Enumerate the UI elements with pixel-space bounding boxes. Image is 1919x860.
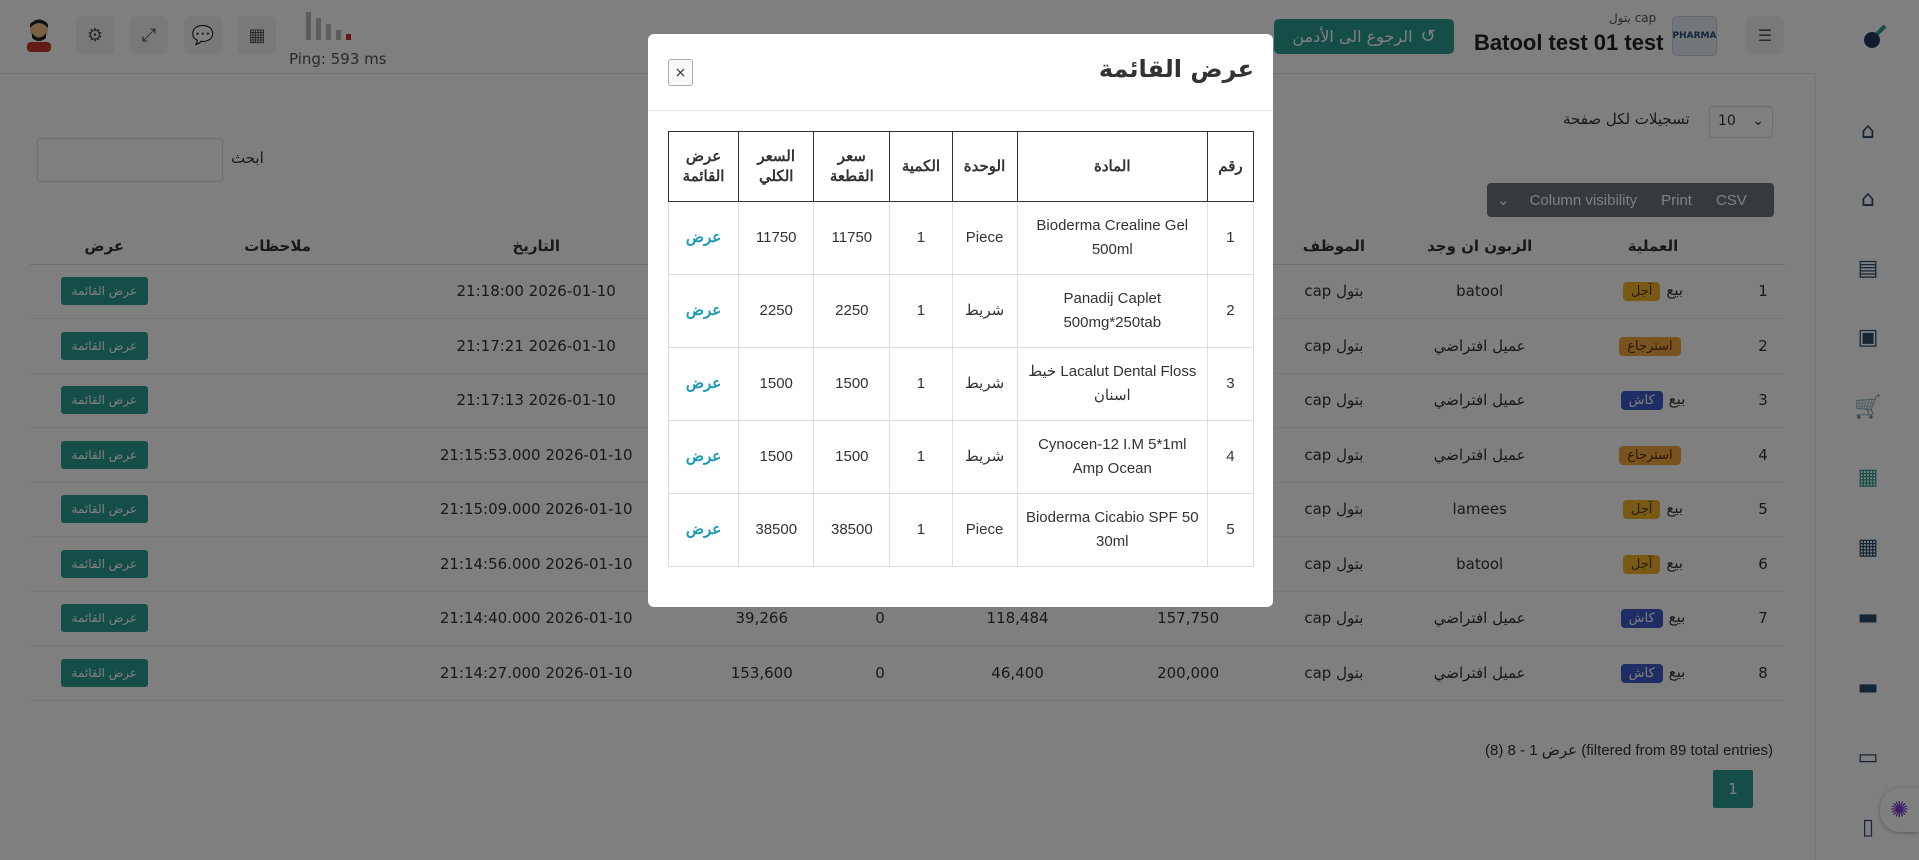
view-link[interactable]: عرض	[686, 448, 721, 465]
item-name: Panadij Caplet 500mg*250tab	[1016, 274, 1208, 348]
view-link[interactable]: عرض	[686, 375, 721, 392]
item-name: Lacalut Dental Floss خيط اسنان	[1016, 347, 1208, 421]
item-row: 3 Lacalut Dental Floss خيط اسنان شريط 1 1500…	[667, 347, 1255, 421]
col-item-view: عرض القائمة	[667, 131, 740, 202]
item-num: 5	[1206, 493, 1255, 567]
view-link[interactable]: عرض	[686, 229, 721, 246]
view-link[interactable]: عرض	[686, 302, 721, 319]
item-unit-price: 1500	[813, 420, 891, 494]
item-name: Bioderma Crealine Gel 500ml	[1016, 201, 1208, 275]
item-unit-price: 38500	[813, 493, 891, 567]
item-row: 1 Bioderma Crealine Gel 500ml Piece 1 11750 1…	[667, 201, 1255, 275]
col-item-name: المادة	[1016, 131, 1208, 202]
item-unit: شريط	[951, 420, 1018, 494]
item-qty: 1	[889, 420, 953, 494]
item-unit: Piece	[951, 201, 1018, 275]
item-name: Bioderma Cicabio SPF 50 30ml	[1016, 493, 1208, 567]
item-qty: 1	[889, 493, 953, 567]
item-num: 4	[1206, 420, 1255, 494]
modal-divider	[648, 110, 1273, 111]
item-qty: 1	[889, 347, 953, 421]
col-item-total-price: السعر الكلي	[738, 131, 815, 202]
item-view: عرض	[667, 420, 740, 494]
item-num: 2	[1206, 274, 1255, 348]
close-button[interactable]: ×	[668, 59, 693, 86]
item-total-price: 1500	[738, 347, 815, 421]
item-unit-price: 11750	[813, 201, 891, 275]
item-qty: 1	[889, 201, 953, 275]
item-total-price: 38500	[738, 493, 815, 567]
item-qty: 1	[889, 274, 953, 348]
item-view: عرض	[667, 347, 740, 421]
item-num: 1	[1206, 201, 1255, 275]
modal-title: عرض القائمة	[1098, 55, 1254, 83]
item-total-price: 2250	[738, 274, 815, 348]
item-view: عرض	[667, 201, 740, 275]
view-link[interactable]: عرض	[686, 521, 721, 538]
item-num: 3	[1206, 347, 1255, 421]
item-unit: شريط	[951, 274, 1018, 348]
item-unit: شريط	[951, 347, 1018, 421]
item-row: 4 Cynocen-12 I.M 5*1ml Amp Ocean شريط 1 1500…	[667, 420, 1255, 494]
col-item-unit: الوحدة	[951, 131, 1018, 202]
item-unit: Piece	[951, 493, 1018, 567]
col-item-qty: الكمية	[889, 131, 953, 202]
item-unit-price: 1500	[813, 347, 891, 421]
items-table: رقم المادة الوحدة الكمية سعر القطعة السع…	[667, 131, 1255, 567]
item-row: 5 Bioderma Cicabio SPF 50 30ml Piece 1 38500…	[667, 493, 1255, 567]
invoice-items-modal: عرض القائمة × رقم المادة الوحدة الكمية س…	[648, 34, 1273, 607]
col-item-unit-price: سعر القطعة	[813, 131, 891, 202]
item-view: عرض	[667, 274, 740, 348]
item-unit-price: 2250	[813, 274, 891, 348]
item-total-price: 11750	[738, 201, 815, 275]
col-item-num: رقم	[1206, 131, 1255, 202]
item-name: Cynocen-12 I.M 5*1ml Amp Ocean	[1016, 420, 1208, 494]
item-view: عرض	[667, 493, 740, 567]
item-total-price: 1500	[738, 420, 815, 494]
item-row: 2 Panadij Caplet 500mg*250tab شريط 1 2250 225…	[667, 274, 1255, 348]
